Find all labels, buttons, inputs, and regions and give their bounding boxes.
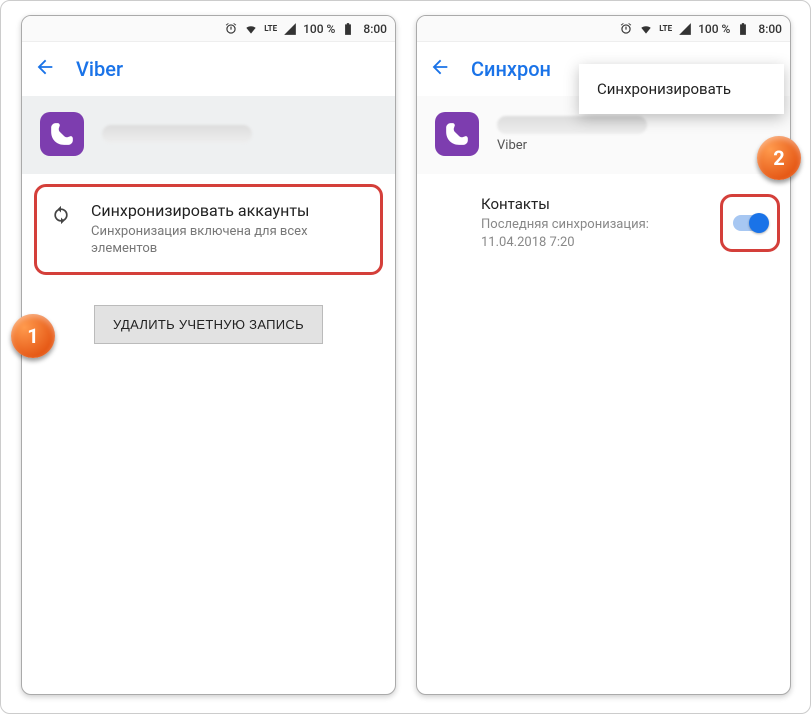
signal-icon [283,22,297,36]
account-subtitle: Viber [497,138,647,153]
viber-logo-icon [435,112,479,156]
step-badge-2: 2 [757,136,801,180]
status-bar: LTE 100 % 8:00 [417,16,790,42]
wifi-icon [244,22,258,36]
step-badge-1: 1 [11,314,55,358]
sync-icon [51,205,71,225]
contacts-title: Контакты [481,195,706,213]
signal-icon [678,22,692,36]
sync-subtitle: Синхронизация включена для всех элементо… [91,224,366,258]
account-header [22,96,395,174]
battery-icon [341,22,355,36]
clock-text: 8:00 [363,22,387,36]
lte-icon: LTE [659,24,672,33]
app-header: Viber [22,42,395,96]
contacts-toggle[interactable] [733,215,767,231]
overflow-menu[interactable]: Синхронизировать [579,64,784,114]
account-name-blurred [497,116,647,134]
viber-logo-icon [40,112,84,156]
account-name-blurred [102,125,252,143]
phone-screenshot-left: LTE 100 % 8:00 Viber Синхронизировать ак… [21,15,396,695]
status-bar: LTE 100 % 8:00 [22,16,395,42]
page-title: Синхрон [471,57,551,81]
menu-item-sync[interactable]: Синхронизировать [597,80,731,98]
back-arrow-icon[interactable] [34,56,56,82]
clock-text: 8:00 [758,22,782,36]
battery-percent: 100 % [698,22,730,36]
sync-accounts-row[interactable]: Синхронизировать аккаунты Синхронизация … [34,184,383,275]
phone-screenshot-right: LTE 100 % 8:00 Синхрон Синхронизировать … [416,15,791,695]
battery-percent: 100 % [303,22,335,36]
delete-account-button[interactable]: УДАЛИТЬ УЧЕТНУЮ ЗАПИСЬ [94,305,323,344]
contacts-toggle-highlight [720,194,780,252]
page-title: Viber [76,57,123,81]
contacts-sync-row[interactable]: Контакты Последняя синхронизация: 11.04.… [429,194,780,252]
wifi-icon [639,22,653,36]
sync-title: Синхронизировать аккаунты [91,201,366,220]
back-arrow-icon[interactable] [429,56,451,82]
lte-icon: LTE [264,24,277,33]
contacts-subtitle: Последняя синхронизация: 11.04.2018 7:20 [481,216,706,251]
alarm-icon [224,22,238,36]
battery-icon [736,22,750,36]
alarm-icon [619,22,633,36]
